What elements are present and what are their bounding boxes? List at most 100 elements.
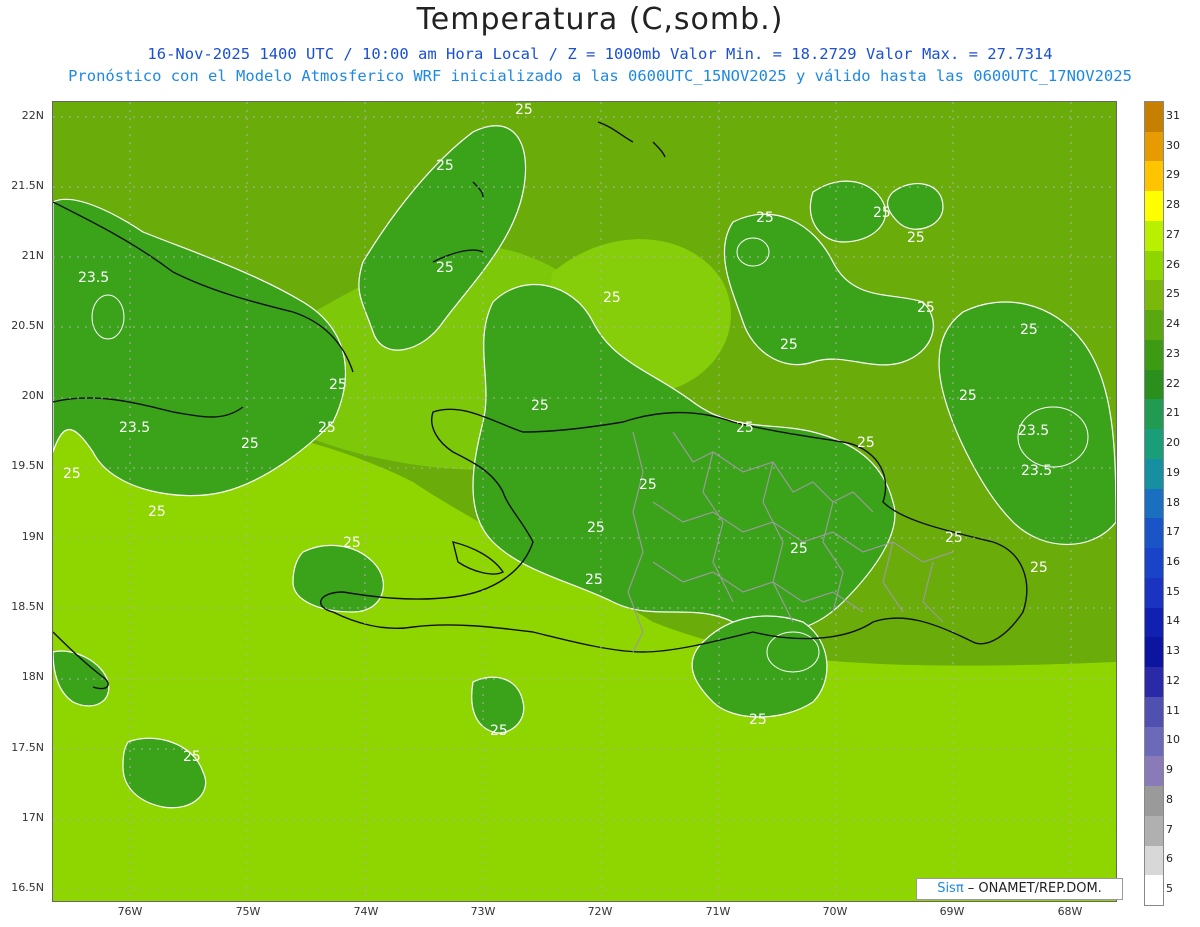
colorbar-cell bbox=[1145, 607, 1163, 638]
colorbar-cell bbox=[1145, 875, 1163, 906]
lon-label: 76W bbox=[117, 905, 143, 918]
colorbar-label: 7 bbox=[1166, 822, 1173, 836]
colorbar-label: 31 bbox=[1166, 108, 1180, 122]
contour-label: 25 bbox=[241, 436, 259, 452]
lat-label: 17.5N bbox=[11, 741, 44, 754]
temperature-colorbar bbox=[1144, 101, 1164, 906]
colorbar-label: 6 bbox=[1166, 852, 1173, 866]
colorbar-label: 20 bbox=[1166, 436, 1180, 450]
colorbar-label: 30 bbox=[1166, 138, 1180, 152]
contour-label: 25 bbox=[490, 723, 508, 739]
colorbar-label: 18 bbox=[1166, 495, 1180, 509]
colorbar-label: 28 bbox=[1166, 198, 1180, 212]
colorbar-label: 15 bbox=[1166, 584, 1180, 598]
lon-label: 74W bbox=[353, 905, 379, 918]
contour-label: 25 bbox=[63, 466, 81, 482]
credit-box: Sisπ – ONAMET/REP.DOM. bbox=[916, 878, 1123, 900]
contour-label: 25 bbox=[945, 530, 963, 546]
map-subtitle-model: Pronóstico con el Modelo Atmosferico WRF… bbox=[68, 67, 1132, 85]
lat-label: 20.5N bbox=[11, 319, 44, 332]
contour-label: 25 bbox=[587, 520, 605, 536]
colorbar-label: 29 bbox=[1166, 168, 1180, 182]
contour-label: 25 bbox=[639, 477, 657, 493]
colorbar-cell bbox=[1145, 815, 1163, 846]
contour-label: 25 bbox=[183, 749, 201, 765]
colorbar-label: 13 bbox=[1166, 644, 1180, 658]
colorbar-label: 17 bbox=[1166, 525, 1180, 539]
colorbar-label: 19 bbox=[1166, 465, 1180, 479]
lat-label: 19N bbox=[21, 530, 44, 543]
contour-label: 25 bbox=[531, 398, 549, 414]
temperature-map[interactable]: 25 25 25 25 25 25 25 25 25 25 25 25 25 25 25 25 25 25 25 25… bbox=[52, 101, 1117, 902]
colorbar-label: 11 bbox=[1166, 703, 1180, 717]
lon-label: 75W bbox=[235, 905, 261, 918]
colorbar-cell bbox=[1145, 429, 1163, 460]
contour-label: 25 bbox=[515, 102, 533, 118]
sispi-logo-text: Sisπ bbox=[937, 881, 964, 896]
colorbar-cell bbox=[1145, 369, 1163, 400]
colorbar-label: 24 bbox=[1166, 317, 1180, 331]
lat-label: 21.5N bbox=[11, 179, 44, 192]
contour-label: 25 bbox=[749, 712, 767, 728]
colorbar-label: 22 bbox=[1166, 376, 1180, 390]
colorbar-label: 14 bbox=[1166, 614, 1180, 628]
contour-label: 23.5 bbox=[1021, 463, 1052, 479]
contour-label: 23.5 bbox=[119, 420, 150, 436]
map-subtitle-time: 16-Nov-2025 1400 UTC / 10:00 am Hora Loc… bbox=[147, 45, 1053, 63]
colorbar-cell bbox=[1145, 399, 1163, 430]
colorbar-cell bbox=[1145, 637, 1163, 668]
contour-label: 25 bbox=[603, 290, 621, 306]
lon-label: 73W bbox=[470, 905, 496, 918]
colorbar-label: 8 bbox=[1166, 792, 1173, 806]
lat-label: 21N bbox=[21, 249, 44, 262]
colorbar-cell bbox=[1145, 131, 1163, 162]
colorbar-cell bbox=[1145, 161, 1163, 192]
colorbar-cell bbox=[1145, 548, 1163, 579]
contour-label: 25 bbox=[436, 260, 454, 276]
lat-label: 18N bbox=[21, 670, 44, 683]
contour-label: 25 bbox=[148, 504, 166, 520]
colorbar-cell bbox=[1145, 756, 1163, 787]
lon-label: 71W bbox=[705, 905, 731, 918]
colorbar-cell bbox=[1145, 667, 1163, 698]
colorbar-cell bbox=[1145, 250, 1163, 281]
contour-label: 23.5 bbox=[78, 270, 109, 286]
colorbar-cell bbox=[1145, 191, 1163, 222]
colorbar-label: 9 bbox=[1166, 763, 1173, 777]
colorbar-label: 23 bbox=[1166, 346, 1180, 360]
colorbar-cell bbox=[1145, 220, 1163, 252]
contour-label: 25 bbox=[1020, 322, 1038, 338]
contour-label: 25 bbox=[756, 210, 774, 226]
contour-label: 25 bbox=[959, 388, 977, 404]
contour-label: 25 bbox=[790, 541, 808, 557]
contour-label: 25 bbox=[318, 420, 336, 436]
colorbar-label: 16 bbox=[1166, 554, 1180, 568]
colorbar-label: 12 bbox=[1166, 673, 1180, 687]
contour-label: 25 bbox=[780, 337, 798, 353]
contour-label: 25 bbox=[917, 300, 935, 316]
colorbar-label: 5 bbox=[1166, 882, 1173, 896]
contour-label: 23.5 bbox=[1018, 423, 1049, 439]
contour-label: 25 bbox=[585, 572, 603, 588]
credit-text: – ONAMET/REP.DOM. bbox=[963, 881, 1102, 896]
lat-label: 16.5N bbox=[11, 881, 44, 894]
lat-label: 19.5N bbox=[11, 459, 44, 472]
colorbar-cell bbox=[1145, 696, 1163, 728]
contour-label: 25 bbox=[436, 158, 454, 174]
lon-label: 68W bbox=[1057, 905, 1083, 918]
contour-label: 25 bbox=[873, 205, 891, 221]
colorbar-cell bbox=[1145, 310, 1163, 341]
colorbar-cell bbox=[1145, 726, 1163, 757]
lat-label: 17N bbox=[21, 811, 44, 824]
contour-label: 25 bbox=[343, 535, 361, 551]
colorbar-cell bbox=[1145, 280, 1163, 311]
lat-label: 18.5N bbox=[11, 600, 44, 613]
lat-label: 22N bbox=[21, 109, 44, 122]
contour-label: 25 bbox=[907, 230, 925, 246]
lat-label: 20N bbox=[21, 389, 44, 402]
colorbar-cell bbox=[1145, 845, 1163, 876]
lon-label: 69W bbox=[939, 905, 965, 918]
map-title: Temperatura (C,somb.) bbox=[416, 2, 784, 37]
colorbar-label: 25 bbox=[1166, 287, 1180, 301]
colorbar-cell bbox=[1145, 518, 1163, 549]
